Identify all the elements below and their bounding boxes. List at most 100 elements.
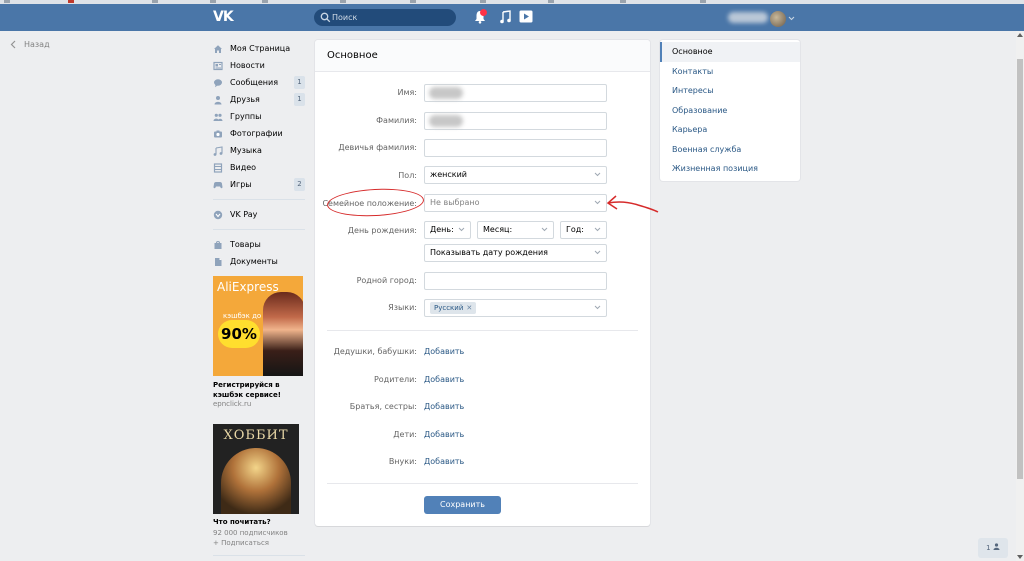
ad-link[interactable]: epnclick.ru (213, 400, 251, 408)
first-name-label: Имя: (397, 88, 417, 97)
add-siblings-link[interactable]: Добавить (424, 402, 464, 411)
menu-item-military[interactable]: Военная служба (660, 140, 800, 160)
nav-item-music[interactable]: Музыка (213, 142, 305, 159)
add-grandchildren-link[interactable]: Добавить (424, 457, 464, 466)
nav-label: Музыка (230, 146, 262, 155)
chat-count: 1 (986, 544, 991, 552)
nav-label: Новости (230, 61, 265, 70)
poster-art (221, 448, 291, 514)
chevron-down-icon (594, 305, 601, 310)
counter-badge: 2 (294, 178, 305, 191)
chat-widget-button[interactable]: 1 (978, 538, 1008, 558)
music-icon (213, 145, 223, 156)
add-children-link[interactable]: Добавить (424, 430, 464, 439)
maiden-name-field[interactable] (424, 139, 607, 157)
nav-item-goods[interactable]: Товары (213, 236, 305, 253)
aliexpress-ad-banner[interactable]: AliExpress кэшбэк до 90% (213, 276, 303, 376)
search-icon (320, 12, 331, 23)
gender-select[interactable]: женский (424, 166, 607, 184)
grandparents-label: Дедушки, бабушки: (333, 347, 417, 356)
nav-item-games[interactable]: Игры 2 (213, 176, 305, 193)
scroll-up-arrow[interactable] (1017, 33, 1023, 37)
nav-item-friends[interactable]: Друзья 1 (213, 91, 305, 108)
birth-year-select[interactable]: Год: (560, 221, 607, 239)
chevron-down-icon[interactable] (788, 16, 795, 21)
ad-model-image (263, 292, 303, 376)
gender-label: Пол: (398, 171, 417, 180)
menu-item-career[interactable]: Карьера (660, 120, 800, 140)
avatar[interactable] (770, 11, 786, 27)
groups-icon (213, 112, 223, 122)
section-divider (327, 483, 638, 484)
scroll-thumb[interactable] (1017, 59, 1023, 479)
nav-item-video[interactable]: Видео (213, 159, 305, 176)
nav-label: Сообщения (230, 78, 279, 87)
chevron-down-icon (594, 250, 601, 255)
birth-month-value: Месяц: (483, 225, 513, 234)
search-input[interactable] (332, 10, 450, 25)
menu-item-main[interactable]: Основное (660, 42, 800, 62)
nav-label: VK Pay (230, 210, 258, 219)
last-name-label: Фамилия: (376, 116, 417, 125)
nav-item-vkpay[interactable]: VK Pay (213, 206, 305, 223)
first-name-value-blurred (429, 87, 463, 99)
add-parents-link[interactable]: Добавить (424, 375, 464, 384)
hobbit-ad-poster[interactable]: ХОББИТ (213, 424, 299, 514)
ad-text[interactable]: Регистрируйся в кэшбэк сервисе! (213, 380, 305, 400)
maiden-name-label: Девичья фамилия: (338, 143, 417, 152)
nav-label: Моя Страница (230, 44, 291, 53)
grandchildren-label: Внуки: (388, 457, 417, 466)
save-button[interactable]: Сохранить (424, 496, 501, 514)
marital-status-select[interactable]: Не выбрано (424, 194, 607, 212)
last-name-value-blurred (429, 115, 463, 127)
birth-month-select[interactable]: Месяц: (477, 221, 554, 239)
back-label: Назад (24, 40, 50, 49)
birthday-visibility-select[interactable]: Показывать дату рождения (424, 244, 607, 262)
nav-divider (213, 199, 305, 200)
remove-token-icon[interactable]: ✕ (466, 304, 472, 312)
back-link[interactable]: Назад (10, 40, 50, 49)
hometown-field[interactable] (424, 272, 607, 290)
nav-item-news[interactable]: Новости (213, 57, 305, 74)
menu-item-life-position[interactable]: Жизненная позиция (660, 159, 800, 179)
scroll-down-arrow[interactable] (1017, 555, 1023, 559)
user-name-blurred[interactable] (728, 12, 768, 23)
vertical-scrollbar[interactable] (1016, 31, 1024, 561)
ad-title[interactable]: Что почитать? (213, 518, 271, 526)
nav-item-messages[interactable]: Сообщения 1 (213, 74, 305, 91)
nav-label: Друзья (230, 95, 260, 104)
nav-item-photos[interactable]: Фотографии (213, 125, 305, 142)
notification-badge (480, 9, 487, 16)
music-icon[interactable] (500, 10, 511, 24)
goods-icon (213, 240, 223, 250)
counter-badge: 1 (294, 76, 305, 89)
card-header: Основное (315, 40, 650, 72)
search-box[interactable] (314, 9, 456, 26)
nav-item-documents[interactable]: Документы (213, 253, 305, 270)
menu-item-contacts[interactable]: Контакты (660, 62, 800, 82)
messages-icon (213, 78, 223, 88)
birth-year-value: Год: (566, 225, 584, 234)
nav-item-my-page[interactable]: Моя Страница (213, 40, 305, 57)
menu-item-education[interactable]: Образование (660, 101, 800, 121)
subscribe-link[interactable]: + Подписаться (213, 539, 269, 547)
documents-icon (213, 257, 223, 267)
birthday-visibility-value: Показывать дату рождения (430, 248, 548, 257)
section-divider (327, 330, 638, 331)
first-name-field[interactable] (424, 84, 607, 102)
chevron-down-icon (594, 227, 601, 232)
language-token[interactable]: Русский ✕ (430, 302, 477, 314)
menu-item-interests[interactable]: Интересы (660, 81, 800, 101)
add-grandparents-link[interactable]: Добавить (424, 347, 464, 356)
birth-day-select[interactable]: День: (424, 221, 471, 239)
languages-select[interactable]: Русский ✕ (424, 299, 607, 317)
person-icon (993, 543, 1000, 550)
nav-item-groups[interactable]: Группы (213, 108, 305, 125)
chevron-left-icon (10, 40, 16, 49)
chevron-down-icon (594, 200, 601, 205)
video-play-icon[interactable] (519, 10, 533, 23)
counter-badge: 1 (294, 93, 305, 106)
last-name-field[interactable] (424, 112, 607, 130)
news-icon (213, 61, 223, 71)
vk-logo[interactable]: VK (213, 9, 234, 25)
